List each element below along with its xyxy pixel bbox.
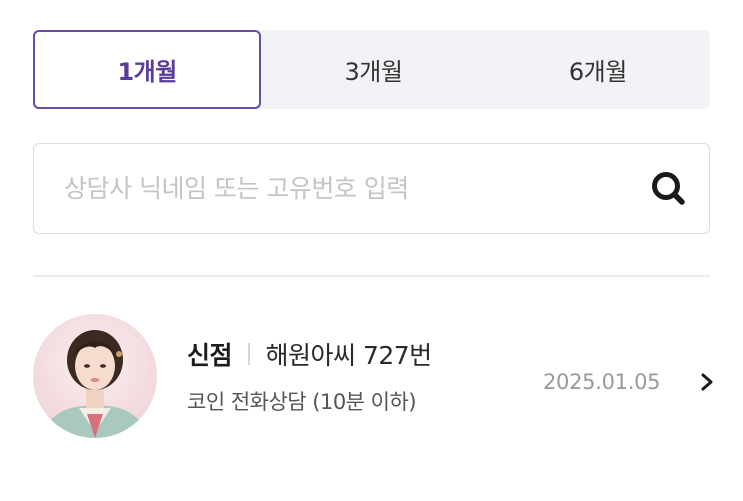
search-bar [33, 143, 710, 234]
counselor-nickname: 해원아씨 727번 [265, 341, 433, 370]
tab-6-months[interactable]: 6개월 [486, 30, 710, 109]
search-icon [652, 171, 685, 205]
search-button[interactable] [629, 144, 709, 233]
separator [248, 343, 250, 365]
category-label: 신점 [187, 341, 233, 370]
search-input[interactable] [34, 144, 629, 233]
tab-1-month[interactable]: 1개월 [33, 30, 262, 109]
period-tabs: 1개월 3개월 6개월 [33, 30, 710, 109]
divider [33, 275, 710, 277]
counselor-name-line: 신점 해원아씨 727번 [187, 336, 432, 372]
tab-3-months[interactable]: 3개월 [261, 30, 485, 109]
service-type: 코인 전화상담 (10분 이하) [187, 390, 417, 414]
consult-date: 2025.01.05 [543, 370, 661, 394]
chevron-right-icon [701, 373, 713, 391]
history-row[interactable]: 신점 해원아씨 727번 코인 전화상담 (10분 이하) 2025.01.05 [33, 314, 723, 440]
counselor-avatar [33, 314, 157, 438]
